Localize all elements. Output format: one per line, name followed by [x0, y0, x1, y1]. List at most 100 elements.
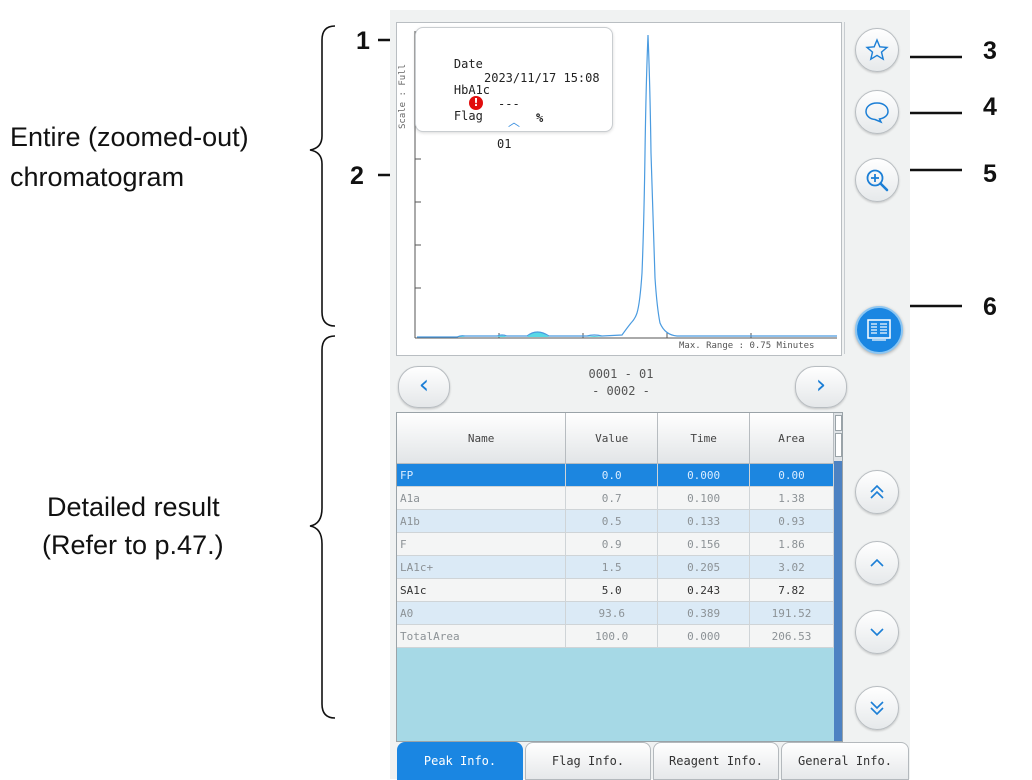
cell-value: 1.5 — [565, 555, 659, 579]
favorite-button[interactable] — [855, 28, 899, 72]
sample-info-box[interactable]: Date 2023/11/17 15:08 HbA1c --- % Flag !… — [415, 27, 613, 151]
sample-id-line2: - 0002 - — [592, 384, 650, 398]
header-area[interactable]: Area — [749, 413, 834, 464]
cell-area: 3.02 — [749, 555, 834, 579]
cell-value: 0.5 — [565, 509, 659, 533]
header-time[interactable]: Time — [657, 413, 751, 464]
cell-value: 100.0 — [565, 624, 659, 648]
cell-value: 5.0 — [565, 578, 659, 602]
tab-peak-info[interactable]: Peak Info. — [397, 742, 523, 780]
scrollbar-top-cap[interactable] — [835, 415, 842, 431]
callout-1: 1 — [356, 27, 370, 55]
table-row[interactable]: A1b 0.5 0.133 0.93 — [397, 509, 834, 533]
table-row[interactable]: A1a 0.7 0.100 1.38 — [397, 486, 834, 510]
flag-value: 01 — [497, 137, 512, 151]
range-label: Max. Range : 0.75 Minutes — [679, 341, 815, 351]
callout-3: 3 — [983, 37, 997, 65]
tab-reagent-info[interactable]: Reagent Info. — [653, 742, 779, 780]
cell-name: A0 — [397, 601, 567, 625]
callout-4: 4 — [983, 93, 997, 121]
up-icon — [870, 558, 884, 567]
cell-area: 1.86 — [749, 532, 834, 556]
detail-caption-line2: (Refer to p.47.) — [42, 530, 224, 560]
date-value: 2023/11/17 15:08 — [484, 71, 600, 85]
chromatogram-caption-line1: Entire (zoomed-out) — [10, 122, 249, 152]
cell-name: TotalArea — [397, 624, 567, 648]
cell-value: 0.0 — [565, 463, 659, 487]
star-icon — [865, 38, 889, 61]
table-row[interactable]: TotalArea 100.0 0.000 206.53 — [397, 624, 834, 648]
report-icon — [867, 319, 891, 341]
cell-value: 0.9 — [565, 532, 659, 556]
callout-2: 2 — [350, 162, 364, 190]
header-value[interactable]: Value — [565, 413, 659, 464]
collapse-icon[interactable]: ︿ — [508, 113, 520, 130]
report-button[interactable] — [855, 306, 903, 354]
cell-time: 0.243 — [657, 578, 751, 602]
scroll-top-button[interactable] — [855, 470, 899, 514]
cell-time: 0.156 — [657, 532, 751, 556]
cell-name: SA1c — [397, 578, 567, 602]
zoom-in-icon — [866, 169, 889, 192]
detail-caption-line1: Detailed result — [47, 492, 220, 522]
tab-flag-info[interactable]: Flag Info. — [525, 742, 651, 780]
hba1c-value: --- — [498, 97, 520, 111]
callout-6: 6 — [983, 293, 997, 321]
table-row[interactable]: LA1c+ 1.5 0.205 3.02 — [397, 555, 834, 579]
chevron-right-icon: › — [815, 370, 827, 400]
callout-5: 5 — [983, 160, 997, 188]
cell-time: 0.000 — [657, 463, 751, 487]
detail-caption: Detailed result (Refer to p.47.) — [42, 488, 224, 564]
hba1c-unit: % — [536, 111, 544, 125]
comment-button[interactable] — [855, 90, 899, 134]
tab-general-info[interactable]: General Info. — [781, 742, 909, 780]
table-scrollbar[interactable] — [834, 413, 842, 741]
down-icon — [870, 628, 884, 637]
side-divider — [844, 22, 845, 354]
cell-time: 0.389 — [657, 601, 751, 625]
cell-name: LA1c+ — [397, 555, 567, 579]
cell-area: 206.53 — [749, 624, 834, 648]
table-row[interactable]: A0 93.6 0.389 191.52 — [397, 601, 834, 625]
zoom-in-button[interactable] — [855, 158, 899, 202]
table-row[interactable]: F 0.9 0.156 1.86 — [397, 532, 834, 556]
cell-value: 0.7 — [565, 486, 659, 510]
scale-label-text: Scale : Full — [398, 63, 408, 129]
previous-sample-button[interactable]: ‹ — [398, 366, 450, 408]
sample-id: 0001 - 01 - 0002 - — [546, 366, 696, 400]
chromatogram-caption: Entire (zoomed-out) chromatogram — [10, 118, 249, 196]
comment-icon — [865, 102, 889, 124]
scroll-bottom-button[interactable] — [855, 686, 899, 730]
scrollbar-track[interactable] — [834, 461, 842, 741]
cell-time: 0.000 — [657, 624, 751, 648]
cell-area: 0.93 — [749, 509, 834, 533]
chevron-left-icon: ‹ — [418, 370, 430, 400]
next-sample-button[interactable]: › — [795, 366, 847, 408]
results-table: Name Value Time Area FP 0.0 0.000 0.00 A… — [397, 413, 834, 648]
sample-id-line1: 0001 - 01 — [588, 367, 654, 381]
flag-label: Flag — [453, 109, 483, 123]
scale-label: Scale : Full — [397, 29, 411, 139]
cell-name: FP — [397, 463, 567, 487]
cell-name: A1a — [397, 486, 567, 510]
cell-time: 0.205 — [657, 555, 751, 579]
cell-area: 0.00 — [749, 463, 834, 487]
double-up-icon — [870, 484, 884, 499]
cell-time: 0.100 — [657, 486, 751, 510]
header-name[interactable]: Name — [397, 413, 567, 464]
results-table-panel[interactable]: Name Value Time Area FP 0.0 0.000 0.00 A… — [396, 412, 843, 742]
cell-area: 191.52 — [749, 601, 834, 625]
flag-row: Flag ! 01 — [425, 95, 511, 151]
scroll-down-button[interactable] — [855, 610, 899, 654]
scroll-up-button[interactable] — [855, 541, 899, 585]
flag-alert-icon: ! — [469, 96, 483, 110]
cell-area: 1.38 — [749, 486, 834, 510]
table-row[interactable]: FP 0.0 0.000 0.00 — [397, 463, 834, 487]
cell-name: A1b — [397, 509, 567, 533]
double-down-icon — [870, 701, 884, 716]
cell-area: 7.82 — [749, 578, 834, 602]
table-row[interactable]: SA1c 5.0 0.243 7.82 — [397, 578, 834, 602]
hba1c-row: HbA1c --- % — [425, 69, 543, 125]
scrollbar-thumb[interactable] — [835, 433, 842, 457]
chromatogram-caption-line2: chromatogram — [10, 162, 185, 192]
